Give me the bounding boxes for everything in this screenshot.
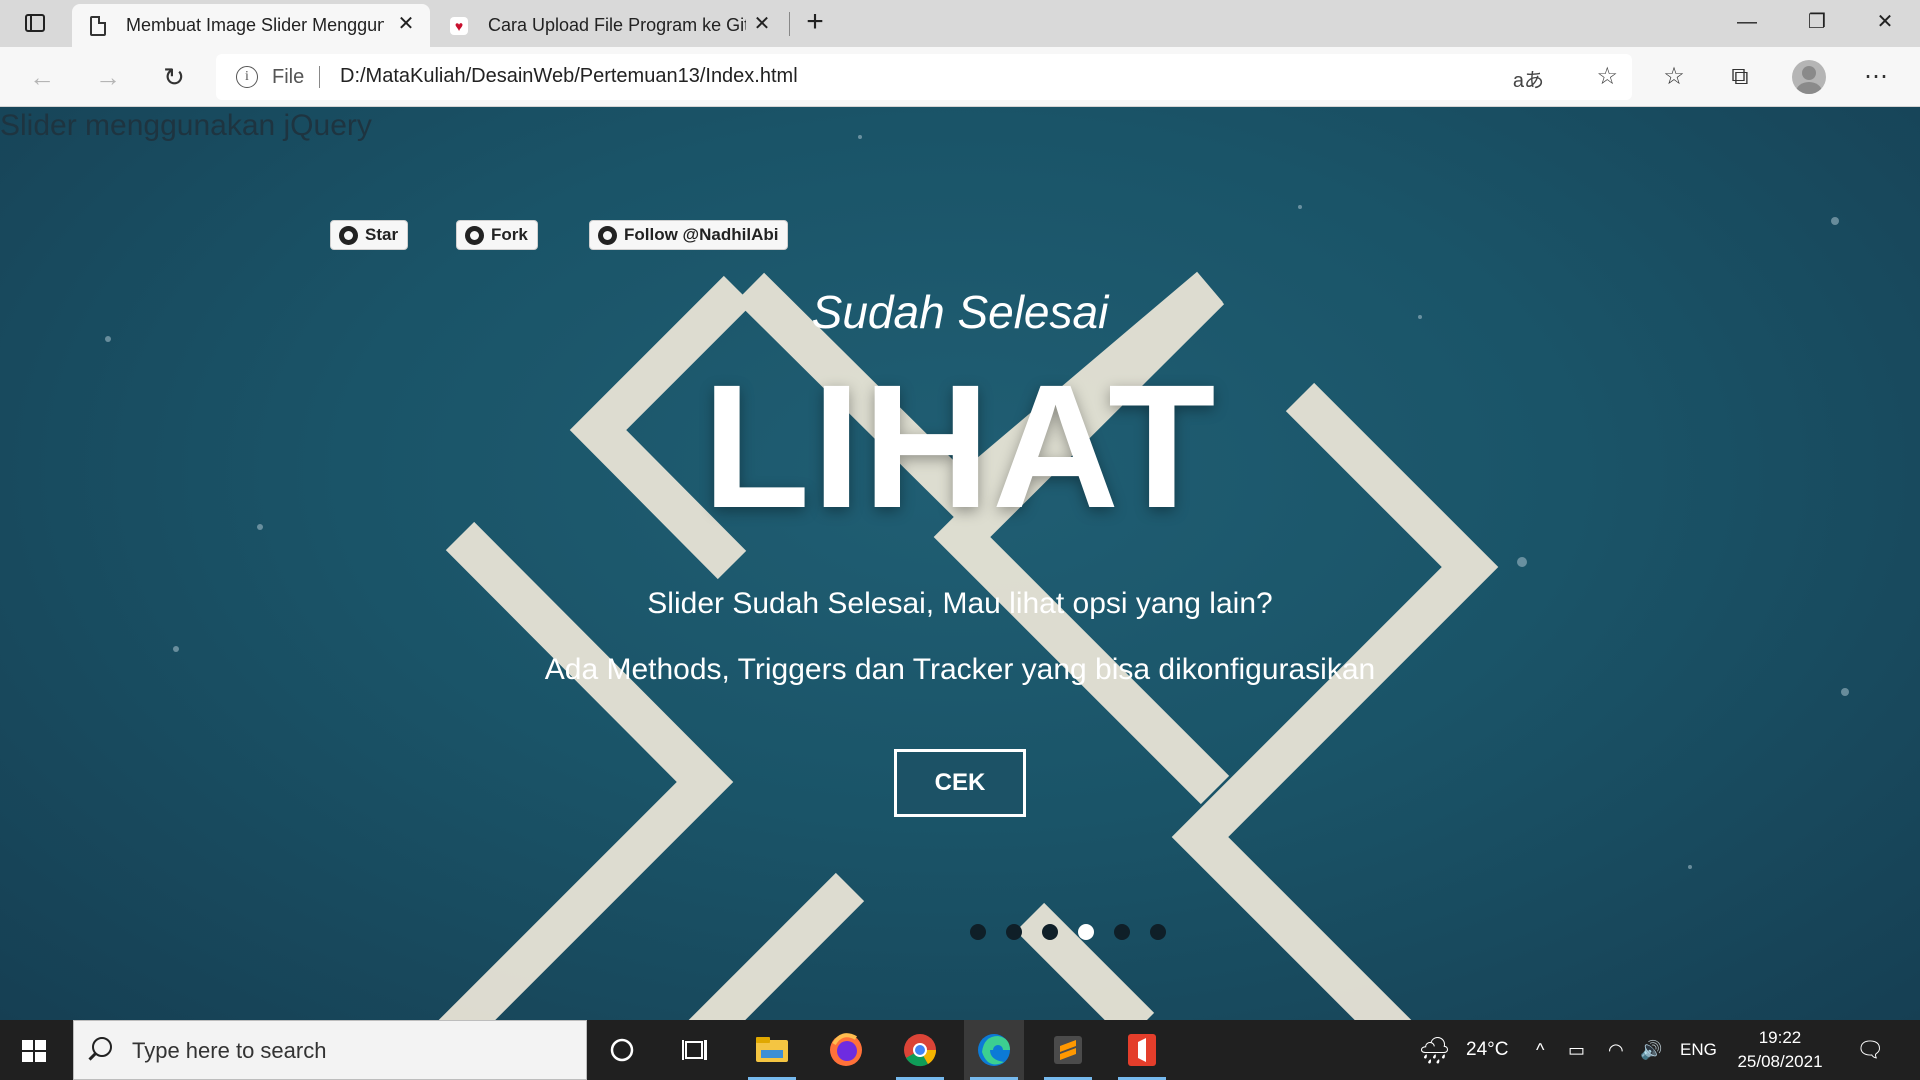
slide-background-image [105,135,1849,1020]
search-placeholder: Type here to search [132,1038,327,1063]
github-fork-label: Fork [491,225,528,244]
back-icon[interactable]: ← [22,57,62,97]
clock-date: 25/08/2021 [1737,1052,1823,1071]
tab-inactive[interactable]: ♥ Cara Upload File Program ke Git ✕ [434,4,786,47]
cek-button[interactable]: CEK [894,749,1026,817]
restore-icon[interactable]: ❐ [1784,0,1850,44]
slide-subtitle: Sudah Selesai [811,286,1109,338]
address-separator [319,66,320,88]
more-menu-icon[interactable]: ⋯ [1858,59,1894,95]
battery-icon[interactable]: ▭ [1568,1020,1585,1080]
slider-dot-active[interactable] [1078,924,1094,940]
cortana-icon[interactable] [592,1020,652,1080]
new-tab-icon[interactable]: + [800,7,830,37]
slider-dot[interactable] [1006,924,1022,940]
slide-hero-text: LIHAT [702,349,1218,545]
windows-taskbar: Type here to search 🌧 24°C ^ ▭ ◠ 🔊 ENG 1… [0,1020,1920,1080]
site-info-icon[interactable]: i [236,66,258,88]
page-viewport: Slider menggunakan jQuery Star Fork Foll… [0,107,1920,1020]
edge-icon[interactable] [964,1020,1024,1080]
chrome-icon[interactable] [890,1020,950,1080]
browser-tab-bar: Membuat Image Slider Menggun ✕ ♥ Cara Up… [0,0,1920,47]
site-favicon-icon: ♥ [450,17,468,35]
tab-title: Cara Upload File Program ke Git [488,15,746,35]
file-explorer-icon[interactable] [742,1020,802,1080]
github-follow-button[interactable]: Follow @NadhilAbi [589,220,789,250]
minimize-icon[interactable]: — [1714,0,1780,44]
weather-temperature[interactable]: 24°C [1466,1020,1508,1080]
github-icon [339,226,358,245]
close-icon[interactable]: ✕ [1852,0,1918,44]
slider-dot[interactable] [1150,924,1166,940]
system-clock[interactable]: 19:22 25/08/2021 [1734,1026,1826,1074]
github-follow-label: Follow @NadhilAbi [624,225,779,244]
tab-active[interactable]: Membuat Image Slider Menggun ✕ [72,4,430,47]
search-icon [92,1037,112,1057]
page-favicon-icon [90,16,106,36]
github-star-label: Star [365,225,399,244]
favorites-icon[interactable]: ☆ [1656,59,1692,95]
github-icon [465,226,484,245]
firefox-icon[interactable] [816,1020,876,1080]
weather-icon[interactable]: 🌧 [1418,1020,1451,1080]
browser-toolbar: ← → ↻ i File D:/MataKuliah/DesainWeb/Per… [0,47,1920,107]
volume-icon[interactable]: 🔊 [1640,1020,1662,1080]
show-hidden-icons-icon[interactable]: ^ [1536,1020,1544,1080]
slider-dot[interactable] [970,924,986,940]
sublime-text-icon[interactable] [1038,1020,1098,1080]
task-view-icon[interactable] [666,1020,726,1080]
tab-close-icon[interactable]: ✕ [394,12,418,36]
collections-icon[interactable]: ⧉ [1722,59,1758,95]
github-icon [598,226,617,245]
forward-icon[interactable]: → [88,57,128,97]
tab-title: Membuat Image Slider Menggun [126,15,384,35]
windows-start-icon[interactable] [22,1040,46,1062]
read-aloud-icon[interactable]: aあ [1513,64,1544,93]
address-bar[interactable]: i File D:/MataKuliah/DesainWeb/Pertemuan… [216,54,1632,100]
slide-description-2: Ada Methods, Triggers dan Tracker yang b… [544,653,1376,686]
github-fork-button[interactable]: Fork [456,220,538,250]
language-indicator[interactable]: ENG [1680,1020,1717,1080]
github-star-button[interactable]: Star [330,220,409,250]
add-favorite-icon[interactable]: ☆ [1596,62,1618,91]
tab-separator [789,12,790,36]
url-text[interactable]: D:/MataKuliah/DesainWeb/Pertemuan13/Inde… [340,65,798,88]
page-heading: Slider menggunakan jQuery [0,109,372,142]
tab-actions-icon[interactable] [20,10,50,38]
refresh-icon[interactable]: ↻ [154,57,194,97]
slider-dot[interactable] [1042,924,1058,940]
taskbar-search-box[interactable]: Type here to search [73,1020,587,1080]
notification-center-icon[interactable]: 🗨 [1856,1020,1884,1080]
profile-avatar[interactable] [1792,60,1826,94]
scheme-label: File [272,66,305,88]
tab-close-icon[interactable]: ✕ [750,12,774,36]
slide-description-1: Slider Sudah Selesai, Mau lihat opsi yan… [647,587,1273,620]
office-app-icon[interactable] [1112,1020,1172,1080]
clock-time: 19:22 [1758,1028,1802,1047]
slider-dot[interactable] [1114,924,1130,940]
wifi-icon[interactable]: ◠ [1608,1020,1624,1080]
